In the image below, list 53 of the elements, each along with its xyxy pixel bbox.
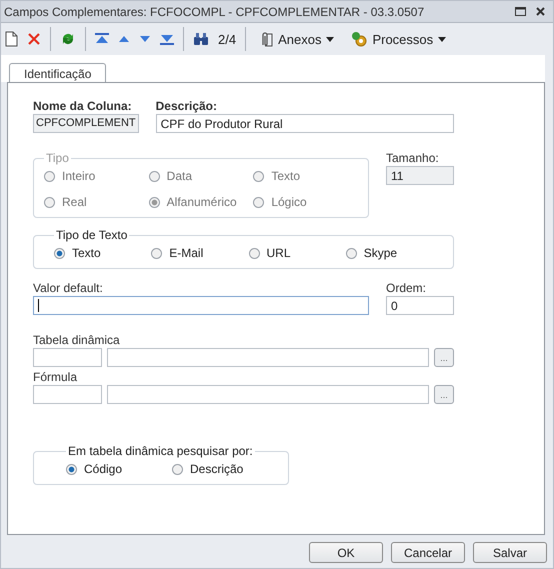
code-field[interactable] <box>33 348 102 367</box>
window-title: Campos Complementares: FCFOCOMPL - CPFCOMPLEMENTAR - 03.3.0507 <box>4 4 424 18</box>
field-label: Tabela dinâmica <box>33 333 121 347</box>
field-label: Tamanho: <box>386 151 440 165</box>
delete-icon[interactable] <box>27 32 41 46</box>
group-title: Tipo de Texto <box>55 228 128 242</box>
dialog-button[interactable]: Salvar <box>473 542 547 563</box>
next-record-icon[interactable] <box>139 35 151 43</box>
field-label: Fórmula <box>33 370 78 384</box>
toolbar-menu-button[interactable]: Anexos <box>255 31 338 47</box>
radio-button[interactable] <box>66 464 77 474</box>
field-label: Valor default: <box>33 281 104 295</box>
radio-option[interactable]: Skype <box>346 246 443 260</box>
radio-option[interactable]: URL <box>248 246 346 260</box>
dialog-button[interactable]: OK <box>309 542 383 563</box>
field-label: Ordem: <box>386 281 428 295</box>
radio-option[interactable]: Código <box>66 462 172 476</box>
radio-button[interactable] <box>248 248 260 258</box>
maximize-icon[interactable] <box>515 7 526 16</box>
tab[interactable]: Identificação <box>9 63 106 83</box>
browse-button[interactable]: ... <box>434 385 454 404</box>
toolbar-menu-button[interactable]: Processos <box>347 31 450 47</box>
browse-button[interactable]: ... <box>434 348 454 367</box>
first-record-icon[interactable] <box>95 33 109 45</box>
radio-button[interactable] <box>172 464 183 474</box>
radio-option[interactable]: Descrição <box>172 462 278 476</box>
binoculars-icon[interactable] <box>193 32 209 46</box>
size-field: 11 <box>386 166 454 185</box>
refresh-icon[interactable] <box>60 31 76 47</box>
close-icon[interactable] <box>536 7 545 16</box>
record-position: 2/4 <box>218 32 236 46</box>
last-record-icon[interactable] <box>160 33 174 45</box>
radio-option[interactable]: Texto <box>54 246 152 260</box>
default-value-field[interactable] <box>33 296 369 315</box>
dialog-button[interactable]: Cancelar <box>391 542 465 563</box>
caret-icon <box>326 36 334 42</box>
radio-option[interactable]: E-Mail <box>151 246 248 260</box>
description-field[interactable] <box>107 348 429 367</box>
description-field[interactable] <box>107 385 429 404</box>
group-title: Tipo <box>45 151 70 165</box>
order-field[interactable]: 0 <box>386 296 454 315</box>
field-label: Nome da Coluna: <box>33 99 133 113</box>
radio-button[interactable] <box>151 248 162 258</box>
new-document-icon[interactable] <box>5 31 18 47</box>
description-field[interactable]: CPF do Produtor Rural <box>156 114 454 133</box>
group-title: Em tabela dinâmica pesquisar por: <box>67 444 254 458</box>
caret-icon <box>438 36 446 42</box>
column-name-field: CPFCOMPLEMENT <box>33 114 139 133</box>
code-field[interactable] <box>33 385 102 404</box>
previous-record-icon[interactable] <box>118 35 130 43</box>
field-label: Descrição: <box>156 99 218 113</box>
radio-button[interactable] <box>346 248 357 258</box>
radio-button[interactable] <box>54 248 65 258</box>
